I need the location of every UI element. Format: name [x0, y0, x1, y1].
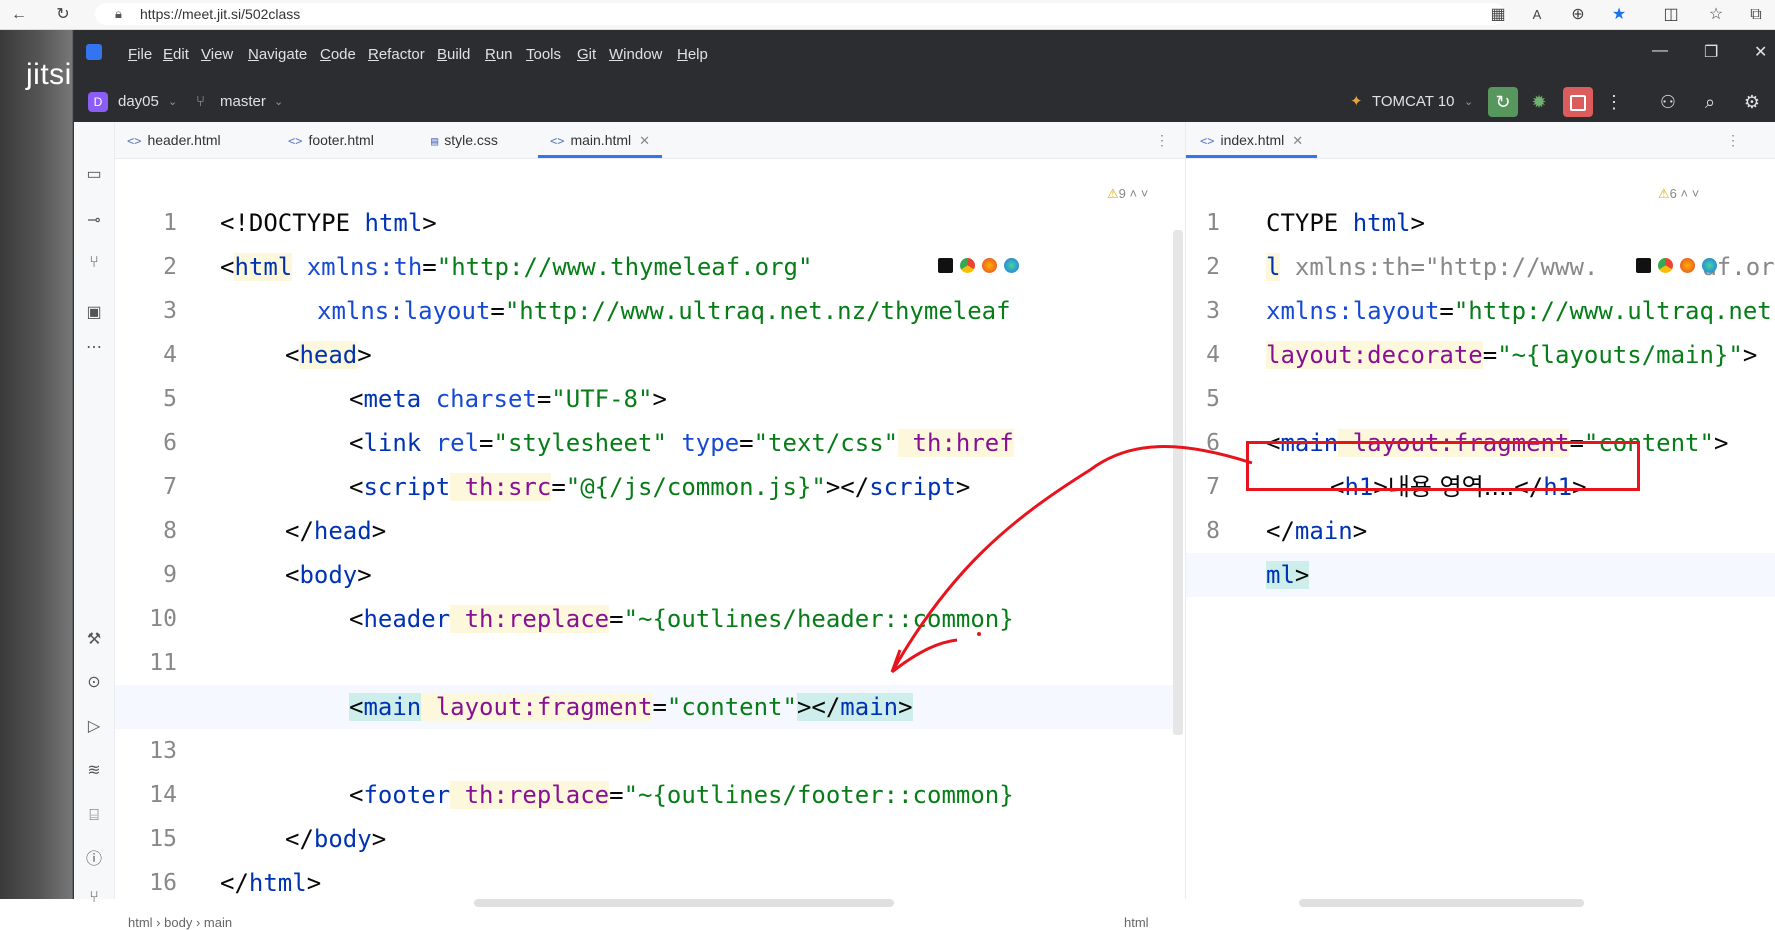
breadcrumb-item[interactable]: main — [204, 915, 232, 930]
annotation-arrow-curve — [890, 445, 1253, 673]
horizontal-scrollbar[interactable] — [1299, 899, 1584, 907]
annotation-dot — [977, 632, 981, 636]
breadcrumb-item[interactable]: body — [164, 915, 192, 930]
breadcrumb-item[interactable]: html — [1124, 915, 1149, 930]
horizontal-scrollbar[interactable] — [474, 899, 894, 907]
breadcrumb: html — [1124, 915, 1149, 930]
annotation-arrow — [890, 445, 1253, 674]
breadcrumb: html › body › main — [128, 915, 233, 930]
breadcrumb-item[interactable]: html — [128, 915, 153, 930]
